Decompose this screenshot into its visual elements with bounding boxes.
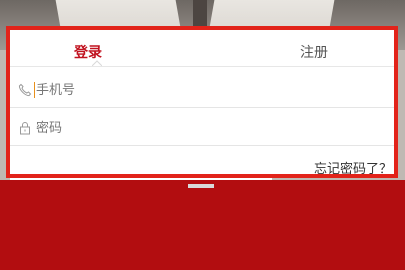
tab-login[interactable]: 登录 — [74, 42, 102, 62]
password-field — [10, 110, 394, 146]
tab-divider — [10, 66, 394, 67]
auth-tabs: 登录 注册 — [10, 30, 394, 70]
login-panel: 登录 注册 忘记密码了？ — [6, 26, 398, 178]
forgot-password-link[interactable]: 忘记密码了？ — [314, 158, 392, 177]
bottom-red-area[interactable] — [0, 180, 405, 270]
tab-register[interactable]: 注册 — [300, 42, 328, 62]
password-input[interactable] — [36, 118, 376, 138]
phone-field — [10, 72, 394, 108]
phone-icon — [18, 83, 32, 97]
phone-input[interactable] — [36, 80, 376, 100]
lock-icon — [20, 122, 30, 135]
button-label-fragment — [188, 184, 214, 188]
text-caret — [34, 82, 35, 98]
